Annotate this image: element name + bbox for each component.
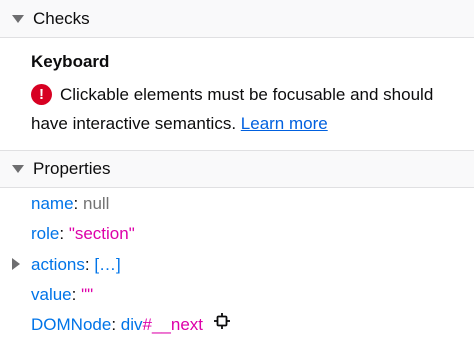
check-message-line2: have interactive semantics. Learn more xyxy=(31,114,328,134)
property-value: null xyxy=(82,194,110,213)
property-key: name xyxy=(31,194,74,213)
checks-body: Keyboard ! Clickable elements must be fo… xyxy=(0,38,474,150)
property-value: "" xyxy=(81,285,94,304)
property-row-name[interactable]: name: null xyxy=(31,192,109,216)
learn-more-link[interactable]: Learn more xyxy=(241,114,328,133)
property-row-role[interactable]: role: "section" xyxy=(31,222,135,246)
twisty-expanded-icon[interactable] xyxy=(12,14,24,23)
property-row-actions[interactable]: actions: […] xyxy=(31,253,121,277)
twisty-collapsed-icon[interactable] xyxy=(12,258,20,270)
property-value: "section" xyxy=(68,224,135,243)
twisty-expanded-icon[interactable] xyxy=(12,165,24,173)
property-row-domnode[interactable]: DOMNode: div#__next xyxy=(31,313,230,337)
accessibility-sidebar: Checks Keyboard ! Clickable elements mus… xyxy=(0,0,474,348)
checks-header-label: Checks xyxy=(33,8,90,28)
property-key: role xyxy=(31,224,60,243)
property-key: actions xyxy=(31,255,85,274)
checks-section-header[interactable]: Checks xyxy=(0,0,474,38)
dom-node-id[interactable]: #__next xyxy=(143,315,204,334)
target-node-icon[interactable] xyxy=(213,312,230,336)
property-key: DOMNode xyxy=(31,315,112,334)
check-message-line1: Clickable elements must be focusable and… xyxy=(60,85,434,104)
property-row-value[interactable]: value: "" xyxy=(31,283,93,307)
property-value: […] xyxy=(94,255,121,274)
error-icon: ! xyxy=(31,84,52,105)
properties-header-label: Properties xyxy=(33,159,111,178)
check-title: Keyboard xyxy=(31,52,110,71)
dom-node-tag[interactable]: div xyxy=(121,315,143,334)
check-message-text: have interactive semantics. xyxy=(31,114,237,133)
properties-section-header[interactable]: Properties xyxy=(0,150,474,188)
property-key: value xyxy=(31,285,72,304)
